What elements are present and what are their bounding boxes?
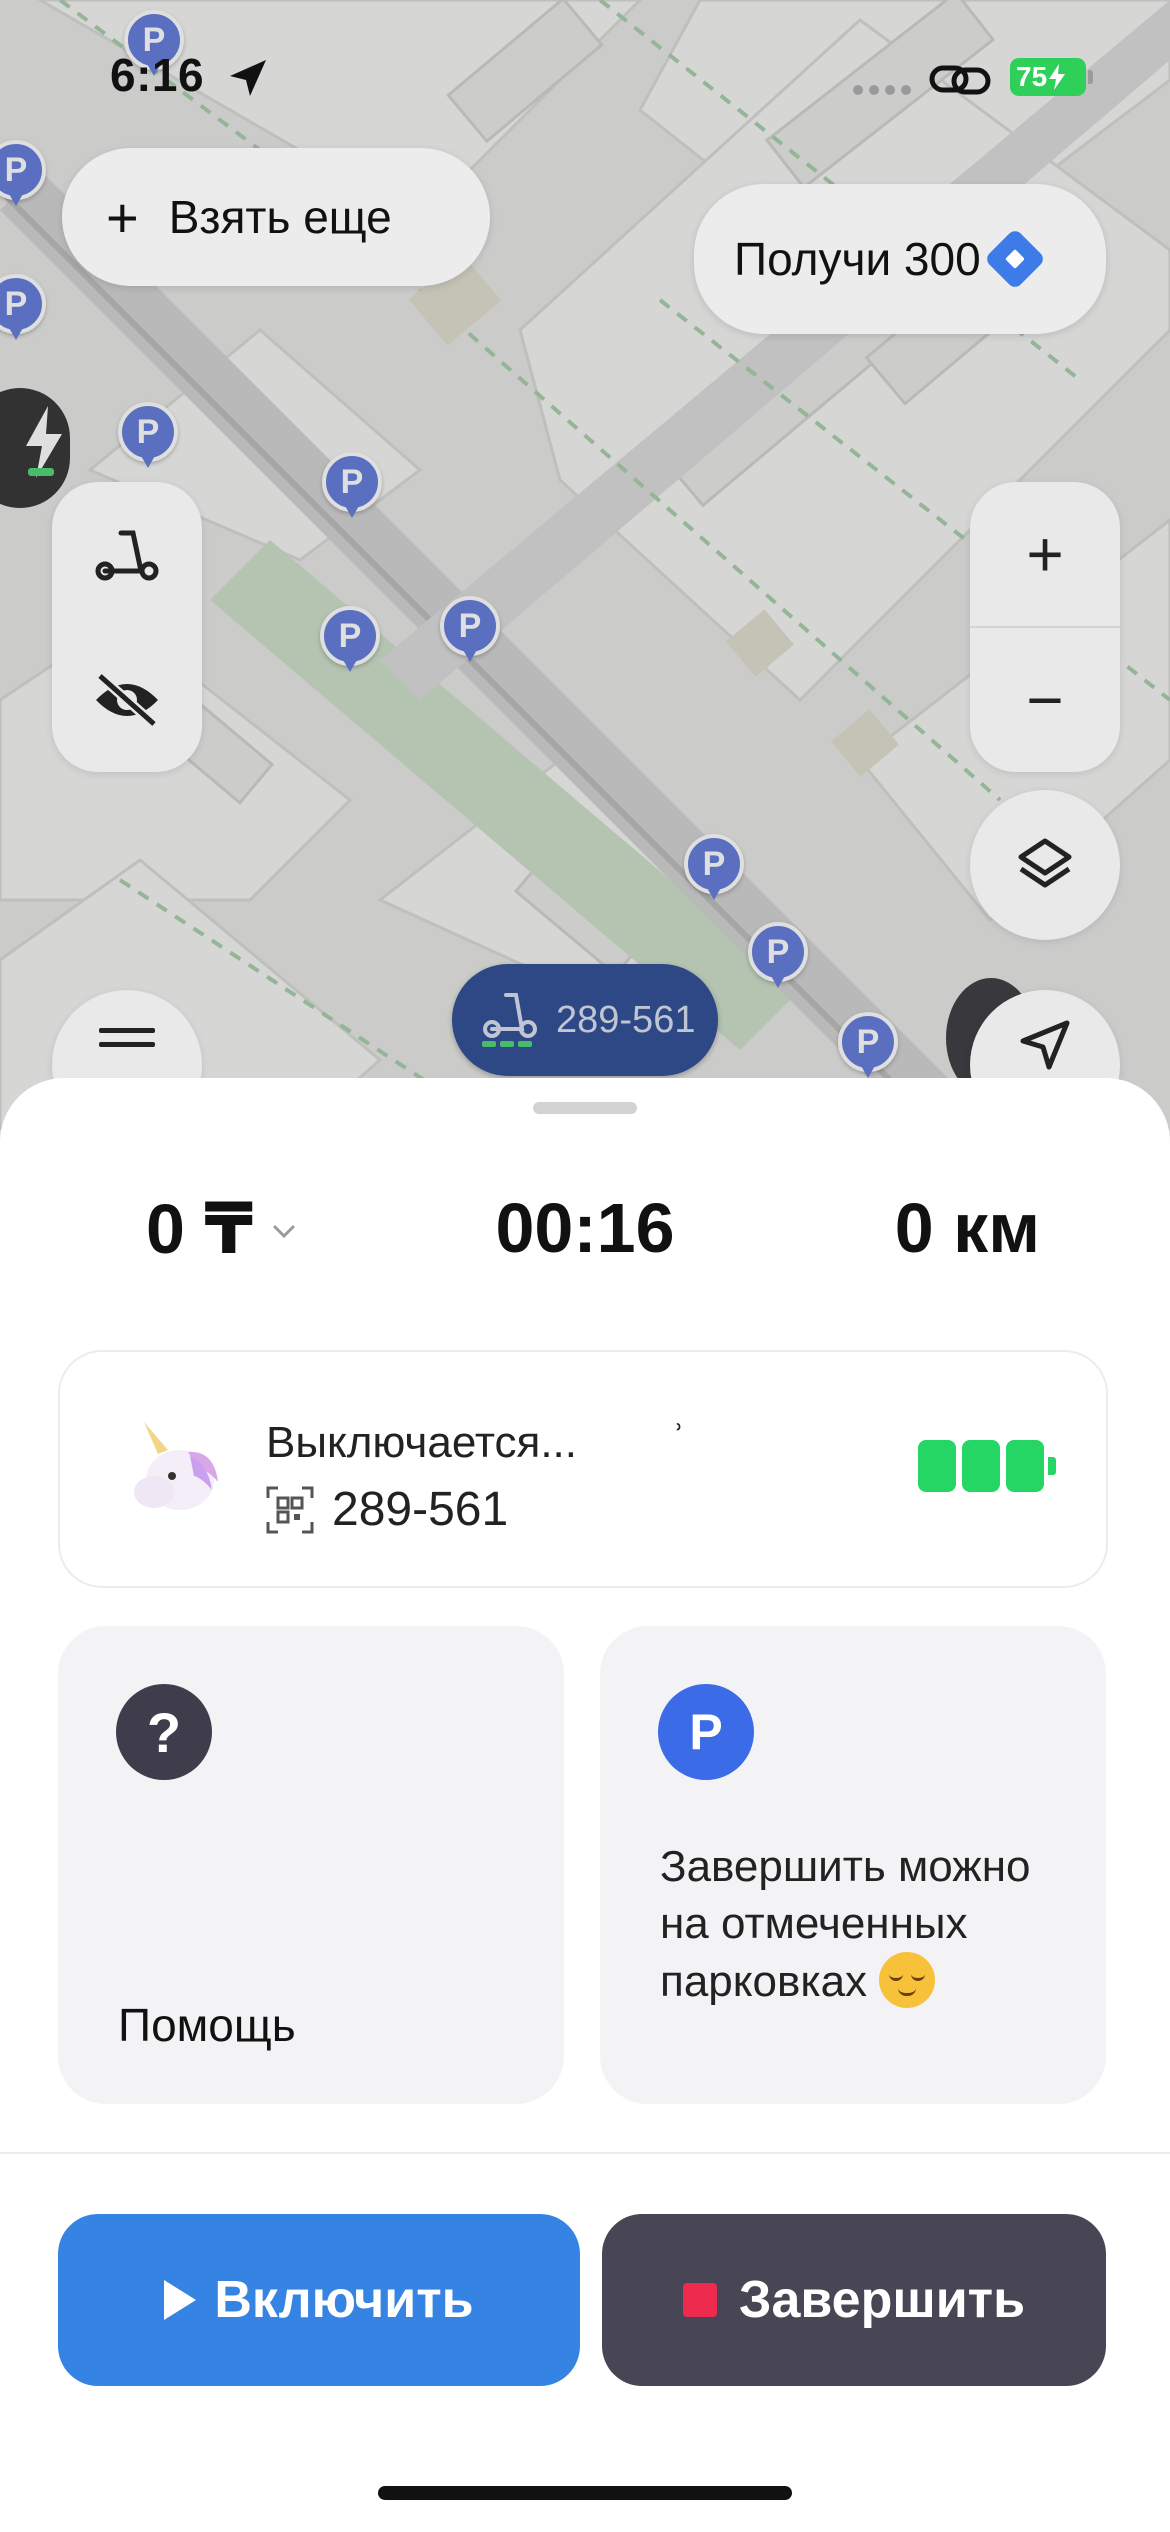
stop-icon: [682, 2283, 717, 2317]
bolt-icon: [1049, 64, 1066, 90]
layers-icon: [1018, 838, 1072, 888]
layers-button[interactable]: [970, 790, 1120, 940]
parking-info-label: Завершить можно на отмеченных парковках: [660, 1842, 1031, 2006]
dots-icon: [853, 85, 911, 95]
play-icon: [164, 2280, 197, 2320]
menu-icon: [99, 1028, 155, 1047]
finish-button-label: Завершить: [738, 2271, 1026, 2329]
battery-charging-icon: 75: [1010, 58, 1093, 96]
scooter-number: 289-561: [332, 1483, 509, 1536]
qr-code-icon: [266, 1486, 314, 1534]
scooter-map-marker[interactable]: 289-561: [452, 964, 718, 1076]
scooter-battery-indicator: [918, 1440, 1056, 1492]
parking-pin[interactable]: P: [440, 596, 500, 666]
divider: [0, 2152, 1170, 2154]
scooter-icon: [483, 993, 537, 1038]
question-icon: ?: [116, 1684, 212, 1780]
home-indicator[interactable]: [378, 2486, 792, 2500]
start-button-label: Включить: [214, 2271, 474, 2329]
scooter-filter-icon[interactable]: [95, 527, 159, 583]
unicorn-avatar-icon: [134, 1422, 218, 1510]
get-bonus-button[interactable]: Получи 300: [694, 184, 1106, 334]
parking-pin[interactable]: P: [320, 606, 380, 676]
parking-info-tile[interactable]: P Завершить можно на отмеченных парковка…: [600, 1626, 1106, 2104]
ride-cost[interactable]: 0 ₸: [146, 1188, 295, 1270]
ride-distance: 0 км: [894, 1189, 1040, 1267]
zoom-out-button[interactable]: −: [970, 628, 1120, 772]
start-button[interactable]: Включить: [58, 2214, 580, 2386]
plus-icon: +: [106, 185, 139, 249]
location-arrow-icon: [230, 60, 266, 96]
help-tile[interactable]: ? Помощь: [58, 1626, 564, 2104]
take-more-button[interactable]: + Взять еще: [62, 148, 490, 286]
navigation-arrow-icon: [1020, 1020, 1070, 1070]
chevron-down-icon: [273, 1225, 295, 1239]
ride-duration: 00:16: [495, 1189, 675, 1267]
help-label: Помощь: [118, 1999, 296, 2051]
sheet-grabber[interactable]: [533, 1102, 637, 1114]
map-filter-controls: [52, 482, 202, 772]
parking-pin[interactable]: P: [0, 140, 46, 210]
ride-bottom-sheet: 0 ₸ 00:16 0 км Выключается... ʾ 289-561: [0, 1078, 1170, 2532]
parking-pin[interactable]: P: [684, 834, 744, 904]
parking-icon: P: [658, 1684, 754, 1780]
battery-level: 75: [1016, 61, 1048, 92]
scooter-status-mark: ʾ: [672, 1418, 686, 1462]
parking-pin[interactable]: P: [748, 922, 808, 992]
scooter-marker-number: 289-561: [556, 998, 696, 1041]
zoom-controls: + −: [970, 482, 1120, 772]
take-more-label: Взять еще: [168, 191, 392, 243]
get-bonus-label: Получи 300: [734, 233, 981, 285]
parking-pin[interactable]: P: [118, 402, 178, 472]
scooter-status: Выключается...: [266, 1418, 577, 1467]
status-time: 6:16: [110, 49, 205, 101]
parking-pin[interactable]: P: [838, 1012, 898, 1082]
finish-button[interactable]: Завершить: [602, 2214, 1106, 2386]
scooter-info-card[interactable]: Выключается... ʾ 289-561: [58, 1350, 1108, 1588]
relieved-face-icon: [879, 1952, 936, 2008]
zoom-in-button[interactable]: +: [970, 482, 1120, 626]
link-icon: [929, 65, 991, 95]
eye-off-icon[interactable]: [92, 671, 162, 728]
marker-charge-bar: [482, 1041, 532, 1047]
bonus-diamond-icon: [983, 227, 1046, 291]
parking-pin[interactable]: P: [0, 274, 46, 344]
lightning-icon: [26, 406, 62, 478]
parking-pin[interactable]: P: [322, 452, 382, 522]
ride-cost-value: 0 ₸: [146, 1190, 254, 1268]
map-view[interactable]: P P P P P P P P P P 289-561 6:16 75 + Вз…: [0, 0, 1170, 1130]
parking-info-text: Завершить можно на отмеченных парковках: [660, 1838, 1080, 2010]
